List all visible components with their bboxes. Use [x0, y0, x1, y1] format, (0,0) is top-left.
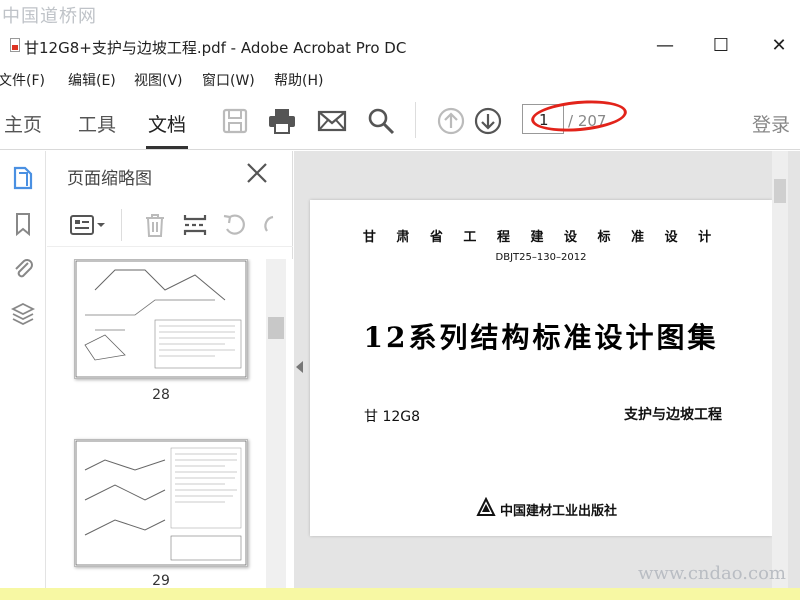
thumbnail-panel: 页面缩略图 28 29	[47, 151, 293, 588]
maximize-button[interactable]: ☐	[706, 34, 736, 58]
undo-icon[interactable]	[221, 211, 249, 239]
save-icon[interactable]	[220, 106, 250, 136]
tab-document[interactable]: 文档	[148, 110, 186, 137]
options-icon[interactable]	[69, 211, 109, 239]
doc-main-title: 12系列结构标准设计图集	[363, 321, 719, 354]
thumbnail-drawing	[75, 260, 247, 378]
app-window: 中国道桥网 甘12G8+支护与边坡工程.pdf - Adobe Acrobat …	[0, 0, 800, 588]
thumbnail-page-28[interactable]	[74, 259, 248, 379]
thumbnail-label: 29	[152, 573, 170, 588]
menu-file[interactable]: 文件(F)	[0, 70, 45, 90]
panel-toolbar	[47, 203, 293, 247]
thumbnail-label: 28	[152, 387, 170, 403]
tab-home[interactable]: 主页	[4, 110, 42, 137]
menu-edit[interactable]: 编辑(E)	[68, 70, 116, 90]
pdf-page: 甘 肃 省 工 程 建 设 标 准 设 计 DBJT25–130–2012 12…	[310, 200, 772, 536]
pdf-file-icon	[10, 38, 20, 52]
tab-tools[interactable]: 工具	[78, 110, 116, 137]
menu-window[interactable]: 窗口(W)	[202, 70, 255, 90]
attachment-icon[interactable]	[10, 255, 36, 281]
print-icon[interactable]	[267, 106, 297, 136]
menu-view[interactable]: 视图(V)	[134, 70, 183, 90]
navigation-pane-strip	[0, 151, 46, 588]
title-bar: 甘12G8+支护与边坡工程.pdf - Adobe Acrobat Pro DC…	[0, 28, 800, 64]
watermark-bottom: www.cndao.com	[638, 563, 786, 584]
thumbnail-list: 28 29	[47, 259, 293, 588]
minimize-button[interactable]: —	[650, 34, 680, 58]
publisher-logo-icon	[476, 497, 496, 516]
page-up-icon[interactable]	[436, 106, 466, 136]
close-window-button[interactable]: ✕	[764, 34, 794, 58]
collapse-panel-arrow-icon[interactable]	[296, 361, 303, 373]
active-tab-indicator	[146, 146, 188, 149]
panel-title: 页面缩略图	[67, 169, 152, 189]
window-title: 甘12G8+支护与边坡工程.pdf - Adobe Acrobat Pro DC	[24, 39, 407, 57]
scrollbar-thumb[interactable]	[268, 317, 284, 339]
watermark-top: 中国道桥网	[2, 6, 97, 27]
doc-header: 甘 肃 省 工 程 建 设 标 准 设 计	[362, 230, 720, 245]
menu-help[interactable]: 帮助(H)	[274, 70, 323, 90]
toolbar: 主页 工具 文档	[0, 92, 800, 150]
insert-icon[interactable]	[181, 211, 209, 239]
delete-icon[interactable]	[141, 211, 169, 239]
thumbnail-scrollbar[interactable]	[266, 259, 286, 588]
page-thumbnail-icon[interactable]	[10, 165, 36, 191]
doc-series-code: 甘 12G8	[364, 409, 421, 425]
close-icon[interactable]	[245, 161, 269, 185]
page-down-icon[interactable]	[473, 106, 503, 136]
layers-icon[interactable]	[10, 301, 36, 327]
mail-icon[interactable]	[317, 106, 347, 136]
document-scrollbar[interactable]	[772, 151, 788, 588]
search-icon[interactable]	[366, 106, 396, 136]
document-viewer: 甘 肃 省 工 程 建 设 标 准 设 计 DBJT25–130–2012 12…	[294, 151, 800, 588]
thumbnail-drawing	[75, 440, 247, 566]
bookmark-icon[interactable]	[10, 211, 36, 237]
toolbar-separator	[415, 102, 416, 138]
login-link[interactable]: 登录	[752, 110, 790, 137]
redo-icon[interactable]	[261, 211, 275, 239]
doc-publisher: 中国建材工业出版社	[500, 504, 618, 519]
menu-bar: 文件(F) 编辑(E) 视图(V) 窗口(W) 帮助(H)	[0, 66, 800, 90]
scrollbar-thumb[interactable]	[774, 179, 786, 203]
doc-subject: 支护与边坡工程	[624, 407, 722, 423]
panel-separator	[121, 209, 122, 241]
thumbnail-page-29[interactable]	[74, 439, 248, 567]
doc-code: DBJT25–130–2012	[495, 252, 587, 263]
